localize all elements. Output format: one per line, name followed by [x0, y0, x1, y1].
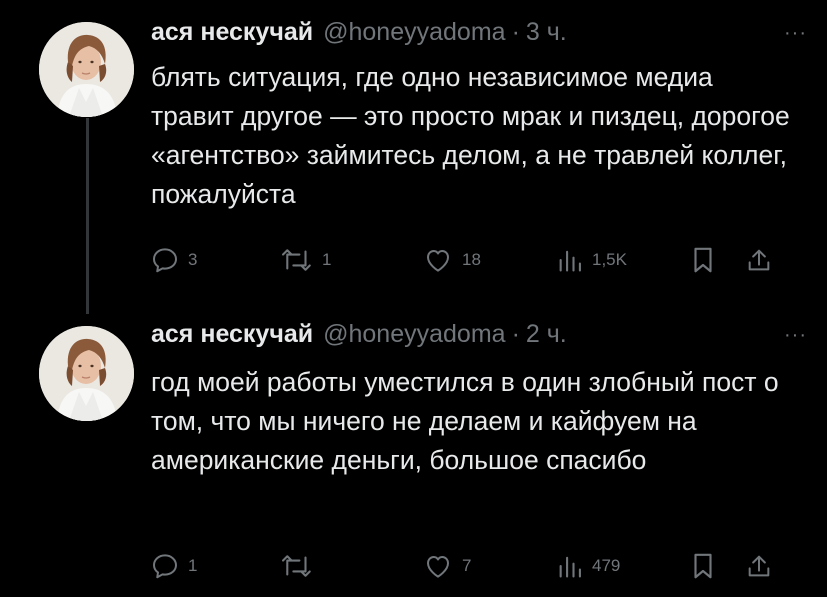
like-count: 18 [462, 250, 481, 269]
reply-count: 3 [188, 250, 198, 269]
repost-icon [282, 555, 311, 577]
share-button[interactable] [745, 244, 773, 276]
bookmark-icon [694, 247, 712, 273]
views-icon [559, 556, 581, 578]
avatar[interactable] [39, 326, 134, 421]
author-name[interactable]: ася нескучай [151, 18, 313, 47]
repost-button[interactable] [280, 550, 322, 582]
reply-button[interactable]: 3 [150, 244, 197, 276]
heart-icon [427, 556, 449, 578]
views-count: 479 [592, 556, 621, 575]
like-button[interactable]: 18 [422, 244, 481, 276]
separator: · [511, 320, 520, 348]
repost-icon [282, 249, 311, 271]
heart-icon [427, 250, 449, 272]
reply-icon [153, 248, 177, 273]
reply-count: 1 [188, 556, 198, 575]
like-count: 7 [462, 556, 472, 575]
views-count: 1,5K [592, 250, 627, 269]
author-handle[interactable]: @honeyyadoma [323, 18, 505, 47]
repost-count: 1 [322, 250, 332, 269]
views-icon [559, 250, 581, 272]
more-options-icon[interactable]: ··· [784, 22, 807, 45]
author-handle[interactable]: @honeyyadoma [323, 320, 505, 349]
bookmark-icon [694, 553, 712, 579]
repost-button[interactable]: 1 [280, 244, 331, 276]
share-icon [748, 555, 770, 577]
tweet-actions: 1 7 479 [150, 550, 787, 582]
more-options-icon[interactable]: ··· [784, 324, 807, 347]
thread-connector-line [86, 118, 89, 314]
avatar-image [39, 326, 134, 421]
timestamp[interactable]: 2 ч. [526, 320, 567, 349]
views-button[interactable]: 479 [556, 550, 620, 582]
share-icon [748, 249, 770, 271]
tweet-header: ася нескучай @honeyyadoma · 3 ч. ··· [151, 18, 807, 58]
reply-button[interactable]: 1 [150, 550, 197, 582]
avatar-image [39, 22, 134, 117]
views-button[interactable]: 1,5K [556, 244, 627, 276]
tweet-header: ася нескучай @honeyyadoma · 2 ч. ··· [151, 320, 807, 360]
reply-icon [153, 554, 177, 579]
bookmark-button[interactable] [690, 550, 716, 582]
tweet-text: блять ситуация, где одно независимое мед… [151, 62, 790, 209]
avatar[interactable] [39, 22, 134, 117]
separator: · [511, 18, 520, 46]
share-button[interactable] [745, 550, 773, 582]
tweet-actions: 3 1 18 1,5K [150, 244, 787, 276]
like-button[interactable]: 7 [422, 550, 471, 582]
timestamp[interactable]: 3 ч. [526, 18, 567, 47]
author-name[interactable]: ася нескучай [151, 320, 313, 349]
tweet-text: год моей работы уместился в один злобный… [151, 367, 779, 475]
bookmark-button[interactable] [690, 244, 716, 276]
